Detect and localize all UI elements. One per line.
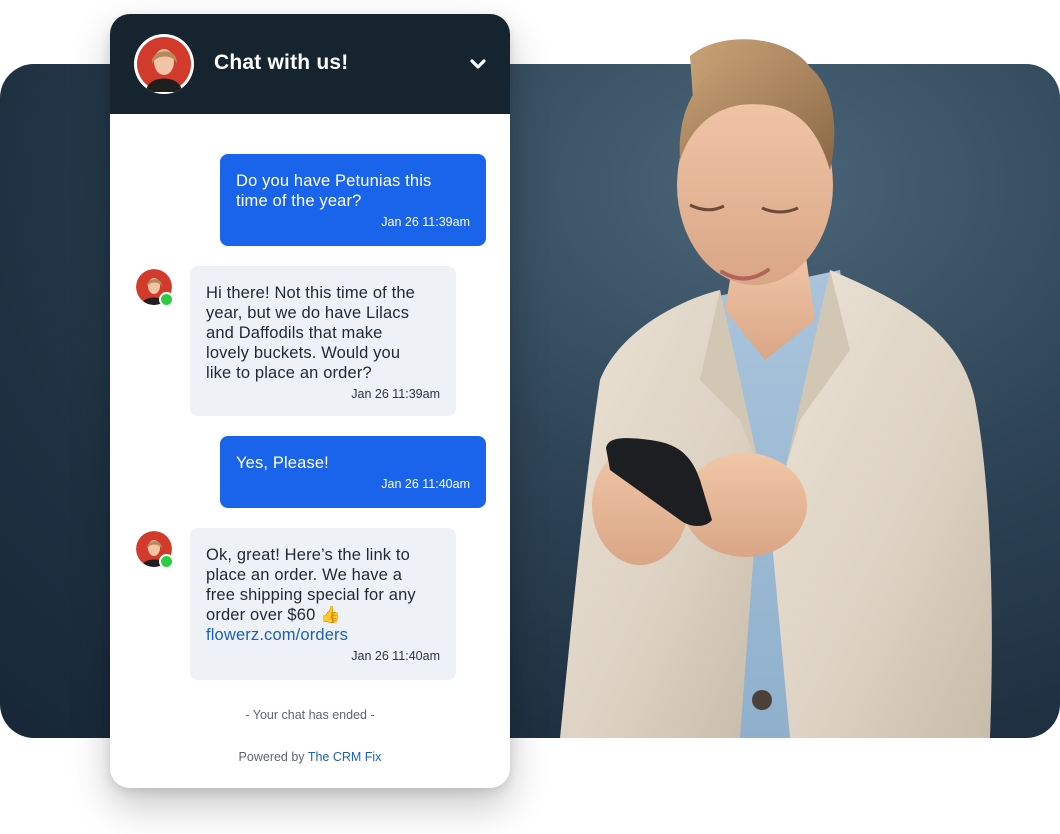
message-text: Ok, great! Here’s the link to place an o…	[206, 546, 416, 624]
agent-mini-avatar	[136, 269, 174, 307]
chat-widget: Chat with us! Do you have Petunias this …	[110, 14, 510, 788]
message-text: Do you have Petunias this time of the ye…	[236, 172, 432, 210]
incoming-message: Ok, great! Here’s the link to place an o…	[190, 528, 456, 680]
message-time: Jan 26 11:40am	[351, 649, 440, 663]
message-time: Jan 26 11:40am	[381, 477, 470, 491]
chat-title: Chat with us!	[214, 51, 349, 74]
online-status-indicator	[159, 554, 174, 569]
outgoing-message: Do you have Petunias this time of the ye…	[220, 154, 486, 246]
incoming-message: Hi there! Not this time of the year, but…	[190, 266, 456, 416]
agent-avatar	[134, 34, 194, 94]
brand-link[interactable]: The CRM Fix	[308, 750, 382, 764]
message-text: Yes, Please!	[236, 454, 329, 472]
online-status-indicator	[159, 292, 174, 307]
outgoing-message: Yes, Please! Jan 26 11:40am	[220, 436, 486, 508]
message-time: Jan 26 11:39am	[351, 387, 440, 401]
powered-by-label: Powered by	[238, 750, 308, 764]
message-text: Hi there! Not this time of the year, but…	[206, 284, 416, 382]
chevron-down-icon[interactable]	[464, 50, 492, 78]
chat-header: Chat with us!	[110, 14, 510, 114]
powered-by: Powered by The CRM Fix	[110, 750, 510, 764]
chat-ended-notice: - Your chat has ended -	[245, 708, 375, 722]
message-time: Jan 26 11:39am	[381, 215, 470, 229]
order-link[interactable]: flowerz.com/orders	[206, 626, 348, 644]
agent-mini-avatar	[136, 531, 174, 569]
